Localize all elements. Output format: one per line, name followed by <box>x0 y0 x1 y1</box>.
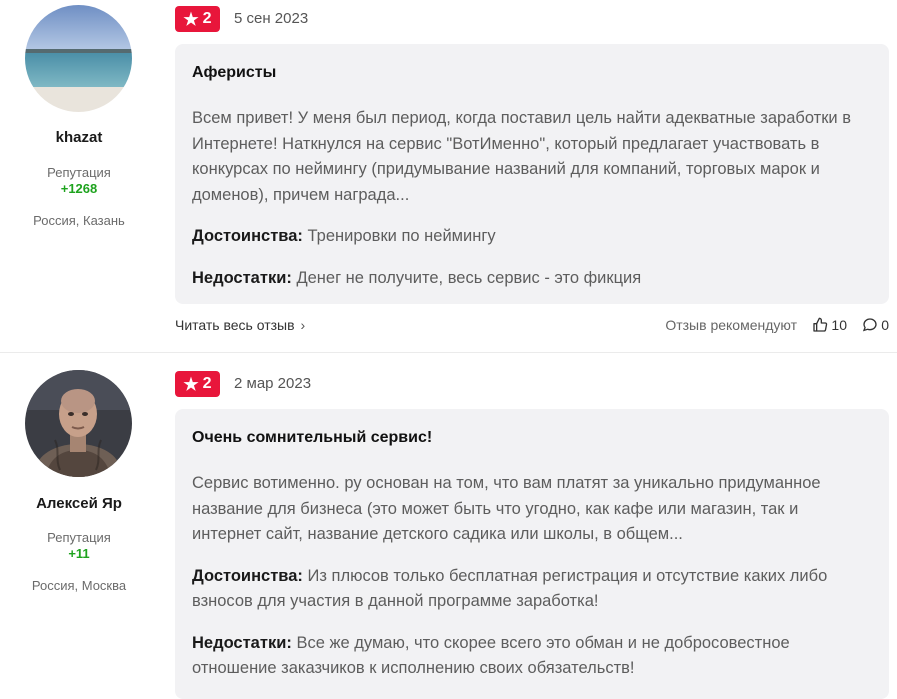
author-location: Россия, Казань <box>33 213 125 228</box>
rating-badge: ★ 2 <box>175 371 220 397</box>
star-icon: ★ <box>183 9 199 29</box>
review-text: Сервис вотименно. ру основан на том, что… <box>192 474 821 543</box>
reputation-label: Репутация <box>47 530 111 545</box>
review-cons: Недостатки: Все же думаю, что скорее все… <box>192 631 871 682</box>
review-card: khazat Репутация +1268 Россия, Казань ★ … <box>0 0 897 352</box>
pros-label: Достоинства: <box>192 227 303 245</box>
avatar[interactable] <box>25 5 132 112</box>
review-pros: Достоинства: Из плюсов только бесплатная… <box>192 564 871 615</box>
chevron-right-icon: › <box>300 317 306 333</box>
cons-text: Денег не получите, весь сервис - это фик… <box>296 268 642 287</box>
review-date: 5 сен 2023 <box>234 10 309 27</box>
review-pros: Достоинства: Тренировки по неймингу <box>192 224 871 250</box>
pros-label: Достоинства: <box>192 566 303 585</box>
thumbs-up-icon <box>813 317 828 332</box>
reputation-value: +11 <box>68 546 90 561</box>
review-card: Алексей Яр Репутация +11 Россия, Москва … <box>0 353 897 699</box>
review-content[interactable]: Аферисты Всем привет! У меня был период,… <box>175 44 889 304</box>
review-cons: Недостатки: Денег не получите, весь серв… <box>192 266 871 292</box>
avatar[interactable] <box>25 370 132 477</box>
reputation-value: +1268 <box>60 181 98 196</box>
pros-text: Тренировки по неймингу <box>307 227 496 245</box>
cons-label: Недостатки: <box>192 633 292 652</box>
review-footer: Читать весь отзыв › Отзыв рекомендуют 10 … <box>175 317 889 337</box>
rating-value: 2 <box>202 10 212 27</box>
recommend-label: Отзыв рекомендуют <box>665 317 797 333</box>
star-icon: ★ <box>183 374 199 394</box>
read-more-link[interactable]: Читать весь отзыв › <box>175 317 305 333</box>
review-date: 2 мар 2023 <box>234 375 312 392</box>
author-name[interactable]: Алексей Яр <box>0 495 158 512</box>
review-content[interactable]: Очень сомнительный сервис! Сервис вотиме… <box>175 409 889 699</box>
like-button[interactable]: 10 <box>812 317 847 333</box>
read-more-label: Читать весь отзыв <box>175 317 295 333</box>
author-name[interactable]: khazat <box>0 129 158 146</box>
reputation-label: Репутация <box>47 165 111 180</box>
comments-button[interactable]: 0 <box>862 317 889 333</box>
rating-badge: ★ 2 <box>175 6 220 32</box>
review-title[interactable]: Аферисты <box>192 62 871 84</box>
likes-count: 10 <box>831 317 847 333</box>
review-text: Всем привет! У меня был период, когда по… <box>192 109 851 204</box>
author-location: Россия, Москва <box>31 578 127 593</box>
cons-label: Недостатки: <box>192 268 292 287</box>
rating-value: 2 <box>202 375 212 392</box>
comment-icon <box>863 318 877 332</box>
comments-count: 0 <box>881 317 889 333</box>
review-title[interactable]: Очень сомнительный сервис! <box>192 427 871 449</box>
